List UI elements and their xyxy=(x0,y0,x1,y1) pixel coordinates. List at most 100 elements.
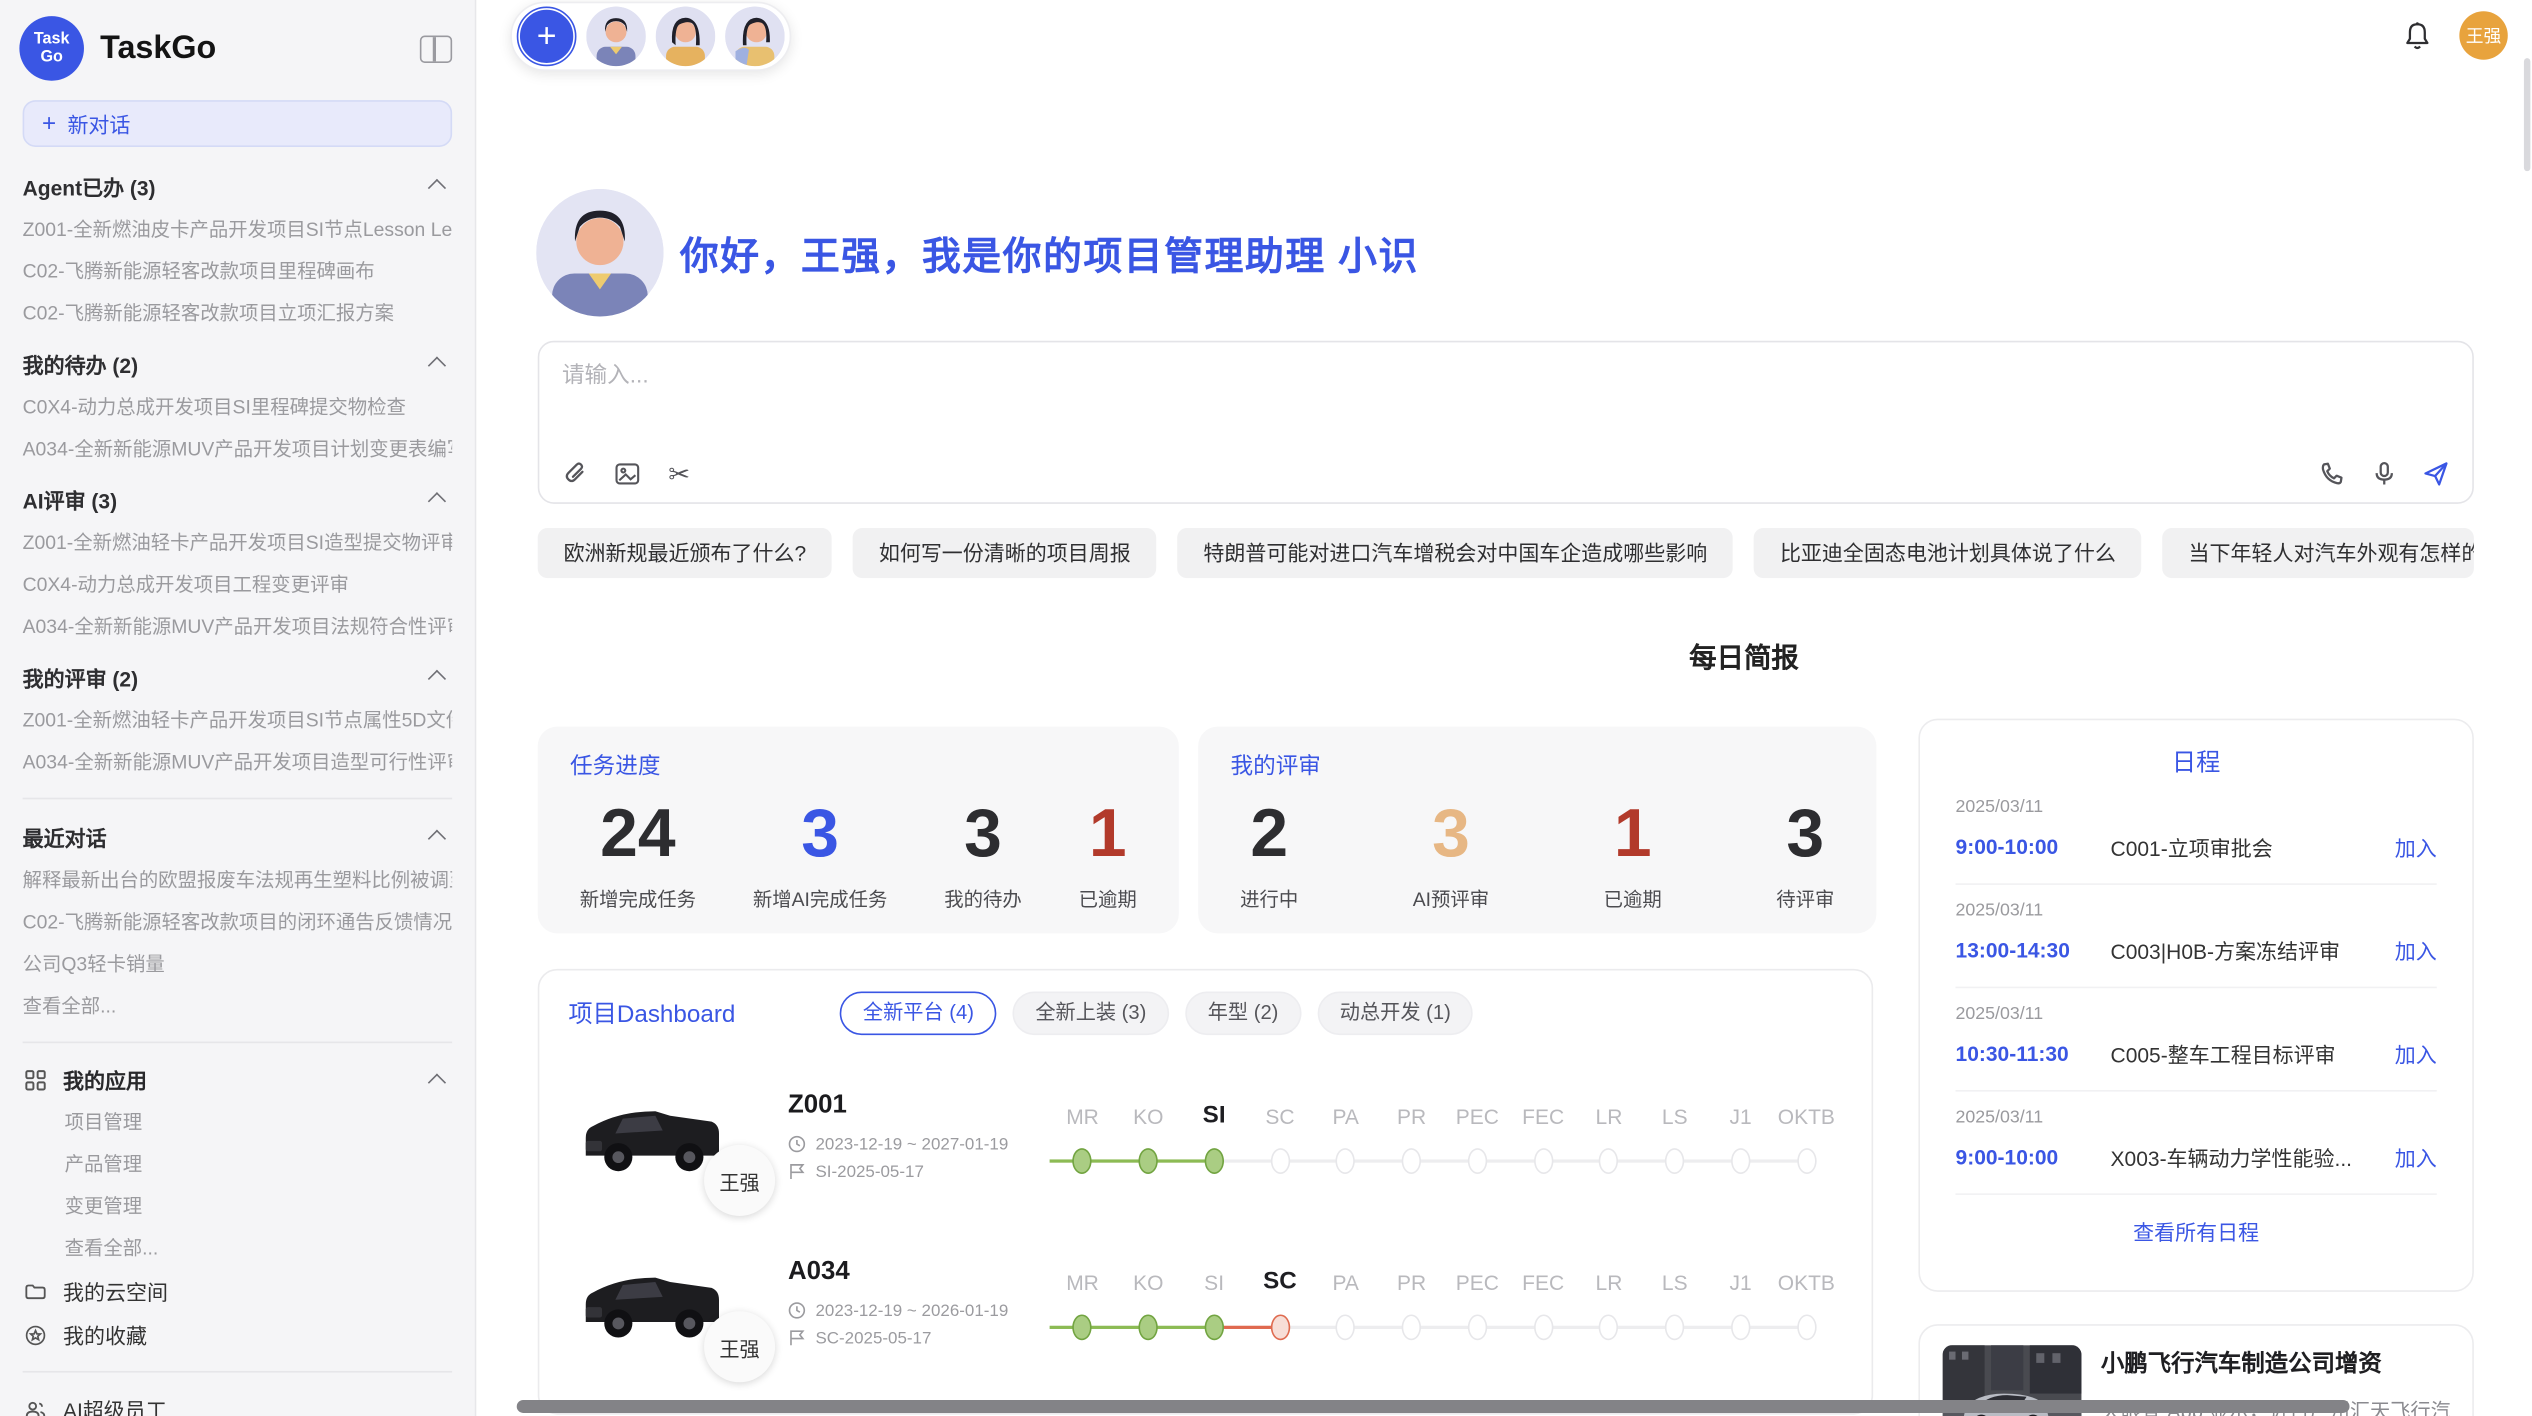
tab-powertrain[interactable]: 动总开发 (1) xyxy=(1317,991,1473,1035)
chat-input[interactable] xyxy=(562,358,2450,460)
add-agent-button[interactable]: + xyxy=(517,6,577,66)
join-link[interactable]: 加入 xyxy=(2395,1142,2437,1173)
chevron-up-icon[interactable] xyxy=(428,830,446,848)
app-logo: Task Go xyxy=(19,16,84,81)
tab-year-model[interactable]: 年型 (2) xyxy=(1185,991,1301,1035)
new-chat-button[interactable]: + 新对话 xyxy=(23,100,453,147)
list-item[interactable]: A034-全新新能源MUV产品开发项目计划变更表编写 xyxy=(23,428,453,470)
tab-all-platform[interactable]: 全新平台 (4) xyxy=(840,991,996,1035)
list-item[interactable]: 解释最新出台的欧盟报废车法规再生塑料比例被调至15%... xyxy=(23,859,453,901)
list-item[interactable]: Z001-全新燃油皮卡产品开发项目SI节点Lesson Learn报告 xyxy=(23,208,453,250)
entry-title: C003|H0B-方案冻结评审 xyxy=(2111,935,2382,966)
greeting: 你好，王强，我是你的项目管理助理 小识 xyxy=(536,189,1419,317)
milestone-dot xyxy=(1204,1147,1223,1173)
list-item[interactable]: 公司Q3轻卡销量 xyxy=(23,943,453,985)
section-my-todo[interactable]: 我的待办 (2) xyxy=(23,341,453,386)
stat-value: 2 xyxy=(1240,788,1298,878)
favorites-badge-icon xyxy=(23,1323,47,1347)
suggestion-chip[interactable]: 特朗普可能对进口汽车增税会对中国车企造成哪些影响 xyxy=(1178,528,1734,578)
entry-date: 2025/03/11 xyxy=(1956,1108,2437,1127)
clock-icon xyxy=(788,1302,806,1320)
join-link[interactable]: 加入 xyxy=(2395,832,2437,863)
chevron-up-icon[interactable] xyxy=(428,179,446,197)
bell-icon[interactable] xyxy=(2403,21,2432,52)
scissors-icon[interactable]: ✂ xyxy=(665,460,692,487)
join-link[interactable]: 加入 xyxy=(2395,935,2437,966)
tab-new-body[interactable]: 全新上装 (3) xyxy=(1013,991,1169,1035)
sidebar-item-change-mgmt[interactable]: 变更管理 xyxy=(0,1185,475,1227)
stat-new-done: 24 新增完成任务 xyxy=(580,788,696,912)
chevron-up-icon[interactable] xyxy=(428,1073,446,1091)
stat-label: 新增AI完成任务 xyxy=(753,885,888,912)
chevron-up-icon[interactable] xyxy=(428,670,446,688)
chevron-up-icon[interactable] xyxy=(428,492,446,510)
milestone-dot xyxy=(1402,1314,1421,1340)
horizontal-scrollbar[interactable] xyxy=(517,1400,2350,1413)
sidebar-item-cloud-space[interactable]: 我的云空间 xyxy=(0,1269,475,1313)
sidebar-item-product-mgmt[interactable]: 产品管理 xyxy=(0,1143,475,1185)
stat-label: 我的待办 xyxy=(944,885,1022,912)
my-apps-header[interactable]: 我的应用 xyxy=(0,1058,475,1102)
collapse-sidebar-icon[interactable] xyxy=(420,35,452,62)
phone-icon[interactable] xyxy=(2319,460,2346,487)
logo-line2: Go xyxy=(40,48,62,66)
view-all-chats[interactable]: 查看全部... xyxy=(23,985,453,1027)
cloud-space-label: 我的云空间 xyxy=(63,1276,168,1307)
vertical-scrollbar[interactable] xyxy=(2524,58,2530,171)
user-name: 王强 xyxy=(2466,23,2502,49)
user-avatar[interactable]: 王强 xyxy=(2459,11,2507,59)
list-item[interactable]: Z001-全新燃油轻卡产品开发项目SI造型提交物评审 xyxy=(23,522,453,564)
section-recent-chats[interactable]: 最近对话 xyxy=(23,814,453,859)
section-my-review[interactable]: 我的评审 (2) xyxy=(23,654,453,699)
list-item[interactable]: C0X4-动力总成开发项目工程变更评审 xyxy=(23,564,453,606)
card-title: 我的评审 xyxy=(1230,749,1844,781)
view-all-schedule-link[interactable]: 查看所有日程 xyxy=(1956,1195,2437,1268)
suggestion-chip[interactable]: 如何写一份清晰的项目周报 xyxy=(853,528,1157,578)
section-ai-review[interactable]: AI评审 (3) xyxy=(23,476,453,521)
milestone-dot-overdue xyxy=(1270,1314,1289,1340)
mic-icon[interactable] xyxy=(2371,460,2398,487)
sidebar-item-favorites[interactable]: 我的收藏 xyxy=(0,1313,475,1357)
project-row[interactable]: 王强 Z001 2023-12-19 ~ 2027-01-19 SI-2025-… xyxy=(539,1045,1871,1211)
join-link[interactable]: 加入 xyxy=(2395,1038,2437,1069)
milestone-dot xyxy=(1204,1314,1223,1340)
schedule-entry: 2025/03/11 13:00-14:30 C003|H0B-方案冻结评审 加… xyxy=(1956,885,2437,988)
stat-label: 待评审 xyxy=(1776,885,1834,912)
list-item[interactable]: C02-飞腾新能源轻客改款项目的闭环通告反馈情况 xyxy=(23,901,453,943)
sidebar-item-ai-super-staff[interactable]: AI超级员工 xyxy=(0,1387,475,1416)
avatar[interactable] xyxy=(725,6,785,66)
greeting-text: 你好，王强，我是你的项目管理助理 小识 xyxy=(680,224,1419,281)
project-row[interactable]: 王强 A034 2023-12-19 ~ 2026-01-19 SC-2025-… xyxy=(539,1211,1871,1377)
list-item[interactable]: C0X4-动力总成开发项目SI里程碑提交物检查 xyxy=(23,386,453,428)
attachment-icon[interactable] xyxy=(562,460,589,487)
project-name: Z001 xyxy=(788,1091,1043,1120)
chevron-up-icon[interactable] xyxy=(428,356,446,374)
section-agent-done[interactable]: Agent已办 (3) xyxy=(23,163,453,208)
suggestion-chip[interactable]: 当下年轻人对汽车外观有怎样的喜好趋势 xyxy=(2163,528,2474,578)
suggestion-chip[interactable]: 比亚迪全固态电池计划具体说了什么 xyxy=(1754,528,2142,578)
image-icon[interactable] xyxy=(614,460,641,487)
list-item[interactable]: C02-飞腾新能源轻客改款项目里程碑画布 xyxy=(23,250,453,292)
milestone-dot xyxy=(1270,1147,1289,1173)
stat-value: 3 xyxy=(944,788,1022,878)
list-item[interactable]: Z001-全新燃油轻卡产品开发项目SI节点属性5D文件评审 xyxy=(23,699,453,741)
send-icon[interactable] xyxy=(2422,460,2449,487)
avatar[interactable] xyxy=(656,6,716,66)
milestone-dot xyxy=(1073,1147,1092,1173)
milestone-dot xyxy=(1599,1147,1618,1173)
list-item[interactable]: C02-飞腾新能源轻客改款项目立项汇报方案 xyxy=(23,292,453,334)
entry-title: C005-整车工程目标评审 xyxy=(2111,1038,2382,1069)
milestone-label: MR xyxy=(1050,1270,1116,1294)
suggestion-chip[interactable]: 欧洲新规最近颁布了什么? xyxy=(538,528,832,578)
apps-grid-icon xyxy=(23,1067,47,1091)
avatar[interactable] xyxy=(586,6,646,66)
schedule-entry: 2025/03/11 10:30-11:30 C005-整车工程目标评审 加入 xyxy=(1956,988,2437,1091)
milestone-label: LS xyxy=(1642,1270,1708,1294)
milestone-dot xyxy=(1468,1314,1487,1340)
list-item[interactable]: A034-全新新能源MUV产品开发项目法规符合性评审 xyxy=(23,606,453,648)
milestone-label-current: SC xyxy=(1247,1267,1313,1294)
view-all-apps[interactable]: 查看全部... xyxy=(0,1227,475,1269)
list-item[interactable]: A034-全新新能源MUV产品开发项目造型可行性评审 xyxy=(23,741,453,783)
sidebar-item-project-mgmt[interactable]: 项目管理 xyxy=(0,1101,475,1143)
milestone-label: PEC xyxy=(1444,1270,1510,1294)
